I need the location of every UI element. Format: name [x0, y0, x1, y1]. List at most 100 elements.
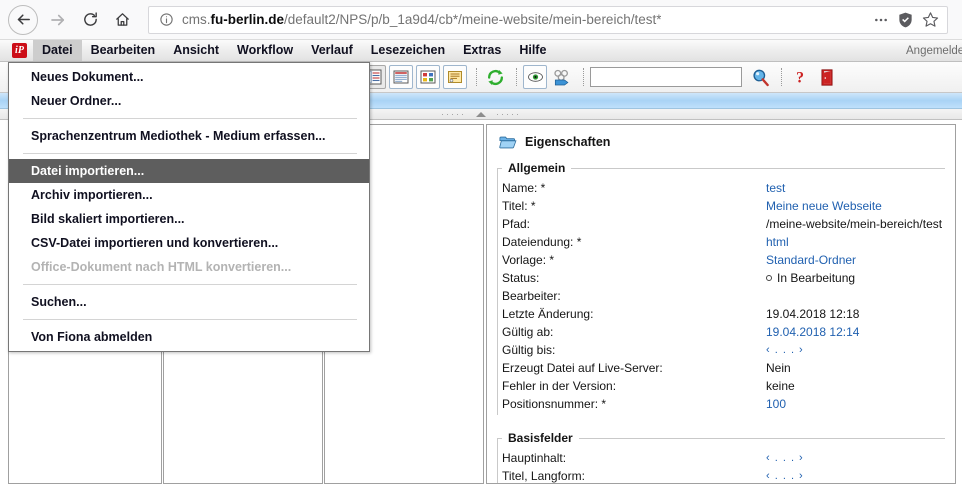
field-value: keine	[766, 379, 795, 393]
toolbar-separator	[516, 68, 517, 86]
url-bar[interactable]: cms.fu-berlin.de/default2/NPS/p/b_1a9d4/…	[148, 5, 948, 34]
menuitem-sprachenzentrum-mediothek[interactable]: Sprachenzentrum Mediothek - Medium erfas…	[9, 124, 369, 148]
reload-button[interactable]	[74, 4, 106, 36]
forward-button[interactable]	[42, 4, 74, 36]
field-row: Pfad: /meine-website/mein-bereich/test	[498, 215, 945, 233]
splitter-collapse-icon[interactable]	[476, 111, 486, 117]
menu-ansicht[interactable]: Ansicht	[164, 40, 228, 61]
field-label: Hauptinhalt:	[502, 451, 567, 465]
site-info-icon[interactable]	[157, 11, 175, 29]
menu-separator	[23, 284, 357, 285]
thumbnail-view-icon[interactable]	[416, 65, 440, 89]
field-value[interactable]: ‹ . . . ›	[762, 341, 945, 359]
page-actions-icon[interactable]	[873, 12, 889, 28]
menuitem-archiv-importieren[interactable]: Archiv importieren...	[9, 183, 369, 207]
browser-toolbar: cms.fu-berlin.de/default2/NPS/p/b_1a9d4/…	[0, 0, 962, 40]
status-badge: In Bearbeitung	[762, 269, 945, 287]
help-question-icon[interactable]: ?	[788, 65, 812, 89]
bookmark-star-icon[interactable]	[922, 11, 939, 28]
field-label: Positionsnummer: *	[502, 397, 607, 411]
home-icon	[115, 13, 129, 26]
menu-verlauf[interactable]: Verlauf	[302, 40, 362, 61]
splitter-dots-right: ·····	[496, 109, 521, 119]
url-host: fu-berlin.de	[210, 12, 285, 27]
field-row: Status: In Bearbeitung	[498, 269, 945, 287]
tracking-protection-icon[interactable]	[898, 12, 913, 28]
publish-icon[interactable]	[550, 65, 574, 89]
field-label: Fehler in der Version:	[502, 379, 617, 393]
field-row: Fehler in der Version: keine	[498, 377, 945, 395]
field-value: Nein	[766, 361, 791, 375]
group-allgemein-legend: Allgemein	[508, 161, 566, 175]
menuitem-bild-skaliert-importieren[interactable]: Bild skaliert importieren...	[9, 207, 369, 231]
back-button[interactable]	[8, 4, 38, 35]
field-row: Bearbeiter:	[498, 287, 945, 305]
search-input[interactable]	[590, 67, 742, 87]
field-value: /meine-website/mein-bereich/test	[766, 217, 943, 231]
arrow-left-icon	[17, 14, 30, 25]
field-value[interactable]: Standard-Ordner	[762, 251, 945, 269]
field-value[interactable]: 100	[762, 395, 945, 413]
preview-eye-icon[interactable]	[523, 65, 547, 89]
field-label: Gültig bis:	[502, 343, 556, 357]
detail-view-icon[interactable]	[389, 65, 413, 89]
url-text: cms.fu-berlin.de/default2/NPS/p/b_1a9d4/…	[182, 12, 661, 27]
field-row: Hauptinhalt: ‹ . . . ›	[498, 449, 945, 467]
field-label: Erzeugt Datei auf Live-Server:	[502, 361, 663, 375]
menu-datei[interactable]: Datei	[33, 40, 82, 61]
field-value[interactable]: html	[762, 233, 945, 251]
menuitem-suchen[interactable]: Suchen...	[9, 290, 369, 314]
menu-separator	[23, 118, 357, 119]
field-row: Erzeugt Datei auf Live-Server: Nein	[498, 359, 945, 377]
toolbar-separator	[781, 68, 782, 86]
menu-extras[interactable]: Extras	[454, 40, 510, 61]
application-menubar: Datei Bearbeiten Ansicht Workflow Verlau…	[0, 40, 962, 62]
group-allgemein: Allgemein Name: * test Titel: * Meine ne…	[497, 161, 945, 415]
login-status-label: Angemeldet	[906, 44, 962, 57]
menuitem-csv-datei-importieren[interactable]: CSV-Datei importieren und konvertieren..…	[9, 231, 369, 255]
refresh-icon[interactable]	[483, 65, 507, 89]
field-label: Vorlage: *	[502, 253, 555, 267]
menu-separator	[23, 153, 357, 154]
menu-separator	[23, 319, 357, 320]
field-value[interactable]: ‹ . . . ›	[762, 467, 945, 483]
logout-door-icon[interactable]	[815, 65, 839, 89]
menu-bearbeiten[interactable]: Bearbeiten	[82, 40, 165, 61]
arrow-right-icon	[51, 14, 65, 25]
field-row: Letzte Änderung: 19.04.2018 12:18	[498, 305, 945, 323]
menu-workflow[interactable]: Workflow	[228, 40, 302, 61]
toolbar-separator	[583, 68, 584, 86]
field-row: Positionsnummer: * 100	[498, 395, 945, 413]
menu-lesezeichen[interactable]: Lesezeichen	[362, 40, 454, 61]
menuitem-datei-importieren[interactable]: Datei importieren...	[9, 159, 369, 183]
field-label: Gültig ab:	[502, 325, 554, 339]
field-value[interactable]: ‹ . . . ›	[762, 449, 945, 467]
toolbar-separator	[476, 68, 477, 86]
properties-header: Eigenschaften	[499, 135, 945, 149]
menuitem-neuer-ordner[interactable]: Neuer Ordner...	[9, 89, 369, 113]
field-value[interactable]: 19.04.2018 12:14	[762, 323, 945, 341]
field-value	[762, 287, 945, 305]
field-row: Vorlage: * Standard-Ordner	[498, 251, 945, 269]
field-value[interactable]: Meine neue Webseite	[762, 197, 945, 215]
basisfelder-fields: Hauptinhalt: ‹ . . . › Titel, Langform: …	[498, 449, 945, 483]
reload-icon	[83, 12, 97, 26]
home-button[interactable]	[106, 4, 138, 36]
field-row: Gültig bis: ‹ . . . ›	[498, 341, 945, 359]
field-label: Letzte Änderung:	[502, 307, 594, 321]
field-value[interactable]: test	[762, 179, 945, 197]
menuitem-neues-dokument[interactable]: Neues Dokument...	[9, 65, 369, 89]
field-label: Status:	[502, 271, 540, 285]
notes-view-icon[interactable]	[443, 65, 467, 89]
status-text: In Bearbeitung	[777, 271, 856, 285]
menu-hilfe[interactable]: Hilfe	[510, 40, 555, 61]
urlbar-icon-group	[863, 11, 939, 28]
search-go-icon[interactable]	[748, 65, 772, 89]
allgemein-fields: Name: * test Titel: * Meine neue Webseit…	[498, 179, 945, 413]
menuitem-von-fiona-abmelden[interactable]: Von Fiona abmelden	[9, 325, 369, 349]
url-host-prefix: cms.	[182, 12, 211, 27]
field-row: Titel: * Meine neue Webseite	[498, 197, 945, 215]
field-row: Dateiendung: * html	[498, 233, 945, 251]
splitter-dots-left: ·····	[441, 109, 466, 119]
properties-pane: Eigenschaften Allgemein Name: * test Tit…	[486, 124, 956, 484]
